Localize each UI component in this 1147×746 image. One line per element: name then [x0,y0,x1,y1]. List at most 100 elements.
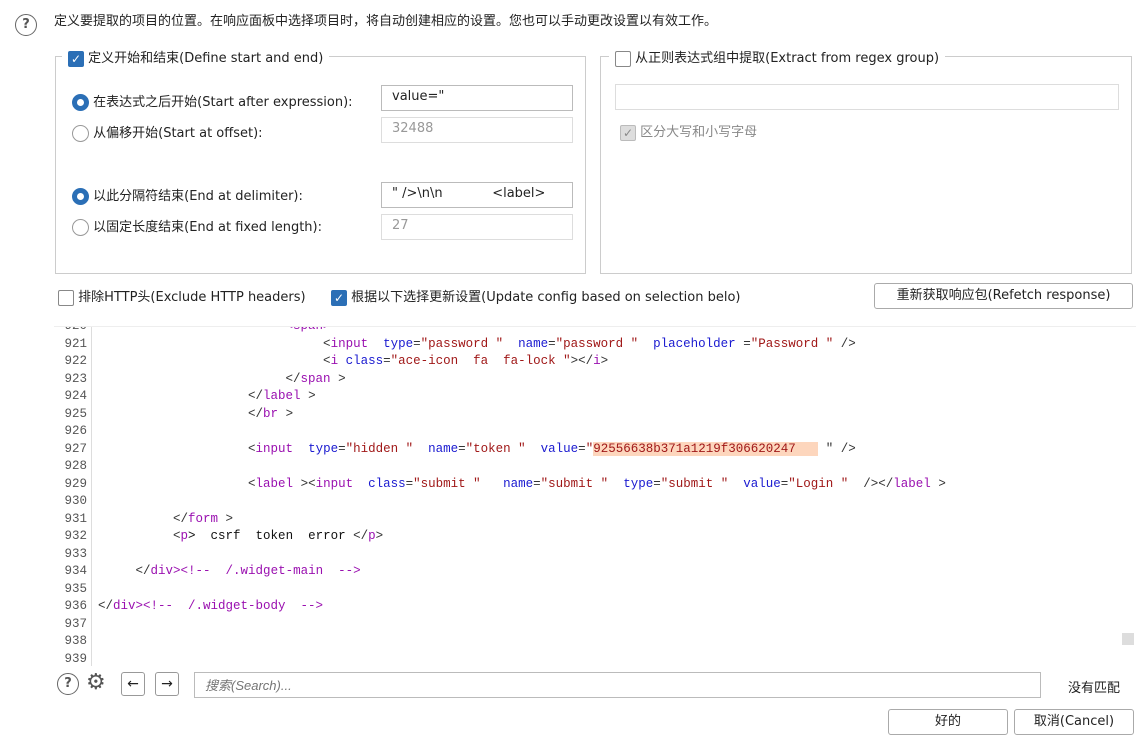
line-number: 920 [64,326,87,333]
define-start-end-toggle[interactable]: ✓ 定义开始和结束(Define start and end) [62,47,330,67]
code-token: placeholder [638,336,744,351]
regex-toggle[interactable]: 从正则表达式组中提取(Extract from regex group) [609,47,946,67]
code-token: /> [833,336,856,351]
checkbox-checked-icon[interactable]: ✓ [68,50,84,67]
next-arrow-icon[interactable]: → [155,672,179,696]
code-token: = [383,354,391,368]
start-after-input[interactable]: value=" [381,85,573,111]
update-config-toggle[interactable]: ✓ 根据以下选择更新设置(Update config based on sele… [331,286,741,306]
line-number: 935 [64,581,87,596]
start-offset-input[interactable]: 32488 [381,117,573,143]
end-delimiter-input[interactable]: " />\n\n <label> [381,182,573,208]
line-number: 926 [64,424,87,438]
code-token: </ [248,389,264,403]
scrollbar-thumb[interactable] [1122,633,1134,645]
code-line: <label ><input class="submit " name="sub… [98,476,946,494]
radio-selected-icon[interactable] [72,94,89,111]
radio-icon[interactable] [72,125,89,142]
end-fixed-input[interactable]: 27 [381,214,573,240]
response-code-view[interactable]: 920 921 922 923 924 925 926 927 928 929 930 931 932 9… [54,326,1136,666]
code-token: /></ [848,476,894,491]
code-line: <input type="hidden " name="token " valu… [98,441,946,459]
code-line: </span > [98,371,946,389]
code-token: "submit " [660,476,729,491]
start-after-label: 在表达式之后开始(Start after expression): [93,95,353,110]
line-number: 927 [64,441,87,456]
code-token: < [173,529,181,543]
ok-button[interactable]: 好的 [888,709,1008,735]
code-line: <i class="ace-icon fa fa-lock "></i> [98,353,946,371]
radio-start-offset[interactable]: 从偏移开始(Start at offset): [72,122,263,142]
line-number: 929 [64,476,87,491]
case-sensitive-toggle[interactable]: ✓ 区分大写和小写字母 [620,121,757,141]
radio-end-fixed-length[interactable]: 以固定长度结束(End at fixed length): [72,216,322,236]
help-icon[interactable]: ? [57,673,79,695]
line-number: 928 [64,459,87,473]
code-token: = [548,336,556,351]
code-token: "token " [465,441,526,456]
highlighted-match: 92556638b371a1219f306620247 [593,441,819,456]
define-label: 定义开始和结束(Define start and end) [88,51,324,66]
code-token: > csrf token error [188,529,354,543]
code-line: <p> csrf token error </p> [98,528,946,546]
code-token: </ [285,371,301,386]
code-token: "submit " [413,476,481,491]
code-token: div [150,564,174,578]
settings-gear-icon[interactable]: ⚙ [86,670,106,695]
line-number-gutter: 920 921 922 923 924 925 926 927 928 929 930 931 932 9… [54,326,92,666]
code-token: > [300,389,316,403]
code-line: </label > [98,388,946,406]
code-token: class [353,476,406,491]
radio-start-after[interactable]: 在表达式之后开始(Start after expression): [72,91,353,111]
refetch-button[interactable]: 重新获取响应包(Refetch response) [874,283,1133,309]
code-token: < [323,354,331,368]
code-token: > [375,529,384,543]
code-token: = [458,441,466,456]
code-token: < [323,336,331,351]
description-text: 定义要提取的项目的位置。在响应面板中选择项目时，将自动创建相应的设置。您也可以手… [54,14,718,29]
cancel-button[interactable]: 取消(Cancel) [1014,709,1134,735]
code-token: </ [173,511,189,526]
code-token: name [503,336,549,351]
code-token: ><!-- /.widget-body --> [135,599,324,613]
radio-icon[interactable] [72,219,89,236]
checkbox-icon[interactable] [58,289,74,306]
code-token: label [263,389,301,403]
match-status: 没有匹配 [1068,681,1121,696]
search-input[interactable] [194,672,1041,698]
line-number: 936 [64,599,87,613]
regex-label: 从正则表达式组中提取(Extract from regex group) [635,51,940,66]
previous-arrow-icon[interactable]: ← [121,672,145,696]
code-token: div [113,599,136,613]
code-token: type [293,441,339,456]
code-token: p [368,529,376,543]
line-number: 934 [64,564,87,578]
code-token: > [930,476,946,491]
code-token: </ [135,564,151,578]
checkbox-checked-icon[interactable]: ✓ [620,124,636,141]
code-token: = [578,441,586,456]
code-token: = [338,441,346,456]
checkbox-checked-icon[interactable]: ✓ [331,289,347,306]
regex-input[interactable] [615,84,1119,110]
code-token: i [330,354,339,368]
code-line: <input type="password " name="password "… [98,336,946,354]
exclude-headers-toggle[interactable]: 排除HTTP头(Exclude HTTP headers) [58,286,306,306]
radio-end-delimiter[interactable]: 以此分隔符结束(End at delimiter): [72,185,303,205]
line-number: 939 [64,651,87,666]
radio-selected-icon[interactable] [72,188,89,205]
update-config-label: 根据以下选择更新设置(Update config based on select… [351,290,741,305]
code-token: "password " [555,336,639,351]
case-label: 区分大写和小写字母 [640,125,758,140]
start-offset-label: 从偏移开始(Start at offset): [93,126,263,141]
checkbox-icon[interactable] [615,50,631,67]
help-icon[interactable]: ? [15,14,37,36]
line-number: 933 [64,546,87,561]
